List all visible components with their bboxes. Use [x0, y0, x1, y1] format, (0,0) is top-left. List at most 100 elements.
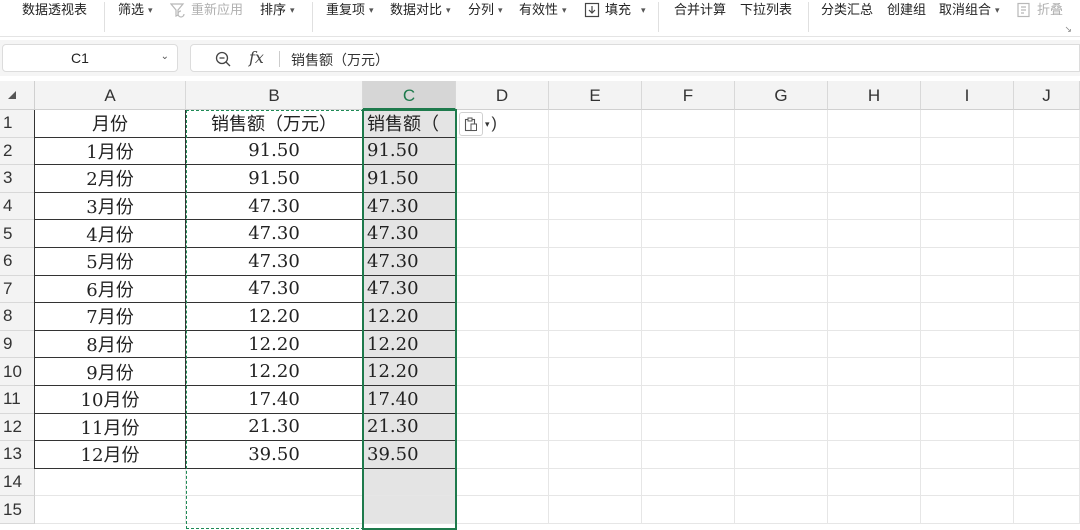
cell-e10[interactable]: [549, 358, 642, 386]
cell-e1[interactable]: [549, 110, 642, 138]
cell-f12[interactable]: [642, 413, 735, 442]
consolidate-button[interactable]: 合并计算: [674, 0, 726, 20]
cell-b3[interactable]: 91.50: [186, 165, 363, 193]
row-header-7[interactable]: 7: [0, 275, 35, 304]
cell-a1[interactable]: 月份: [35, 110, 186, 138]
cell-d4[interactable]: [456, 192, 549, 221]
zoom-icon[interactable]: [215, 51, 231, 67]
cell-j4[interactable]: [1014, 192, 1080, 221]
name-box[interactable]: C1 ⌄: [2, 44, 178, 72]
cell-b5[interactable]: 47.30: [186, 220, 363, 248]
cell-j8[interactable]: [1014, 303, 1080, 331]
row-header-14[interactable]: 14: [0, 468, 35, 497]
row-header-2[interactable]: 2: [0, 137, 35, 166]
cell-i6[interactable]: [921, 248, 1014, 276]
cell-j11[interactable]: [1014, 386, 1080, 414]
cell-b4[interactable]: 47.30: [186, 192, 363, 221]
row-header-10[interactable]: 10: [0, 358, 35, 386]
formula-input[interactable]: fx 销售额（万元）: [190, 44, 1080, 72]
cell-c4[interactable]: 47.30: [363, 192, 456, 221]
cell-f4[interactable]: [642, 192, 735, 221]
cell-d10[interactable]: [456, 358, 549, 386]
ungroup-button[interactable]: 取消组合 ▾: [939, 0, 1000, 20]
cell-d8[interactable]: [456, 303, 549, 331]
cell-i3[interactable]: [921, 165, 1014, 193]
column-header-a[interactable]: A: [35, 81, 186, 110]
cell-g12[interactable]: [735, 413, 828, 442]
column-header-i[interactable]: I: [921, 81, 1014, 110]
cell-j3[interactable]: [1014, 165, 1080, 193]
cell-a11[interactable]: 10月份: [35, 386, 186, 414]
cell-i12[interactable]: [921, 413, 1014, 442]
cell-j14[interactable]: [1014, 468, 1080, 497]
cell-e3[interactable]: [549, 165, 642, 193]
cell-b6[interactable]: 47.30: [186, 248, 363, 276]
cell-d13[interactable]: [456, 441, 549, 469]
cell-c1[interactable]: 销售额（: [363, 110, 456, 138]
cell-g4[interactable]: [735, 192, 828, 221]
cell-h3[interactable]: [828, 165, 921, 193]
cell-b11[interactable]: 17.40: [186, 386, 363, 414]
row-header-9[interactable]: 9: [0, 330, 35, 359]
cell-c5[interactable]: 47.30: [363, 220, 456, 248]
cell-g3[interactable]: [735, 165, 828, 193]
column-header-c[interactable]: C: [363, 81, 456, 110]
filter-button[interactable]: 筛选 ▾: [118, 0, 153, 20]
cell-e6[interactable]: [549, 248, 642, 276]
cell-j6[interactable]: [1014, 248, 1080, 276]
collapse-button[interactable]: 折叠: [1016, 0, 1063, 20]
cell-j5[interactable]: [1014, 220, 1080, 248]
cell-h15[interactable]: [828, 496, 921, 524]
row-header-15[interactable]: 15: [0, 496, 35, 524]
cell-i15[interactable]: [921, 496, 1014, 524]
cell-f9[interactable]: [642, 330, 735, 359]
row-header-11[interactable]: 11: [0, 386, 35, 414]
cell-g7[interactable]: [735, 275, 828, 304]
reapply-button[interactable]: 重新应用: [170, 0, 243, 20]
cell-c15[interactable]: [363, 496, 456, 524]
cell-c13[interactable]: 39.50: [363, 441, 456, 469]
cell-f10[interactable]: [642, 358, 735, 386]
cell-i13[interactable]: [921, 441, 1014, 469]
cell-d5[interactable]: [456, 220, 549, 248]
cell-j10[interactable]: [1014, 358, 1080, 386]
row-header-4[interactable]: 4: [0, 192, 35, 221]
cell-d12[interactable]: [456, 413, 549, 442]
cell-c9[interactable]: 12.20: [363, 330, 456, 359]
duplicates-button[interactable]: 重复项 ▾: [326, 0, 374, 20]
cell-h1[interactable]: [828, 110, 921, 138]
cell-e14[interactable]: [549, 468, 642, 497]
cell-f15[interactable]: [642, 496, 735, 524]
cell-c12[interactable]: 21.30: [363, 413, 456, 442]
cell-b9[interactable]: 12.20: [186, 330, 363, 359]
data-compare-button[interactable]: 数据对比 ▾: [390, 0, 451, 20]
cell-f5[interactable]: [642, 220, 735, 248]
cell-b12[interactable]: 21.30: [186, 413, 363, 442]
cell-h5[interactable]: [828, 220, 921, 248]
cell-d14[interactable]: [456, 468, 549, 497]
cell-c11[interactable]: 17.40: [363, 386, 456, 414]
cell-c7[interactable]: 47.30: [363, 275, 456, 304]
cell-i10[interactable]: [921, 358, 1014, 386]
cell-h4[interactable]: [828, 192, 921, 221]
cell-g1[interactable]: [735, 110, 828, 138]
cell-h11[interactable]: [828, 386, 921, 414]
cell-d6[interactable]: [456, 248, 549, 276]
select-all-corner[interactable]: [0, 81, 35, 110]
cell-g8[interactable]: [735, 303, 828, 331]
ribbon-expand-icon[interactable]: ↘: [1064, 24, 1072, 35]
cell-c14[interactable]: [363, 468, 456, 497]
function-icon[interactable]: fx: [249, 48, 264, 67]
cell-i14[interactable]: [921, 468, 1014, 497]
cell-j2[interactable]: [1014, 137, 1080, 166]
cell-e7[interactable]: [549, 275, 642, 304]
cell-h13[interactable]: [828, 441, 921, 469]
cell-f11[interactable]: [642, 386, 735, 414]
cell-e11[interactable]: [549, 386, 642, 414]
cell-f1[interactable]: [642, 110, 735, 138]
column-header-j[interactable]: J: [1014, 81, 1080, 110]
cell-e12[interactable]: [549, 413, 642, 442]
cell-d11[interactable]: [456, 386, 549, 414]
cell-a6[interactable]: 5月份: [35, 248, 186, 276]
cell-f2[interactable]: [642, 137, 735, 166]
